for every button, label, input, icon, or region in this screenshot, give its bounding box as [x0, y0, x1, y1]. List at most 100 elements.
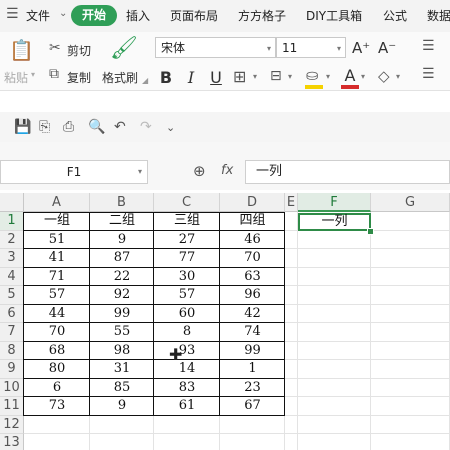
table-cell[interactable]: 60 — [154, 305, 220, 324]
chevron-down-icon[interactable]: ▾ — [253, 72, 257, 81]
chevron-down-icon[interactable]: ▾ — [396, 72, 400, 81]
copy-icon[interactable]: ⧉ — [49, 66, 59, 82]
column-header-F[interactable]: F — [298, 193, 371, 212]
table-cell[interactable]: 9 — [90, 231, 154, 250]
table-cell[interactable]: 83 — [154, 379, 220, 398]
table-cell[interactable]: 6 — [24, 379, 90, 398]
paste-button[interactable]: 粘贴 — [4, 69, 28, 86]
fill-color-icon[interactable]: ⛀ — [306, 66, 319, 84]
fx-button[interactable]: fx — [221, 163, 233, 178]
save-icon[interactable]: 💾 — [14, 119, 31, 135]
table-cell[interactable]: 30 — [154, 268, 220, 287]
tab-diy-toolbox[interactable]: DIY工具箱 — [306, 7, 362, 24]
row-header-3[interactable]: 3 — [0, 249, 24, 268]
chevron-down-icon[interactable]: ▾ — [326, 72, 330, 81]
font-size-select[interactable]: 11 ▾ — [276, 37, 346, 58]
column-header-D[interactable]: D — [220, 193, 285, 212]
scissors-icon[interactable]: ✂ — [49, 40, 61, 56]
table-cell[interactable]: 85 — [90, 379, 154, 398]
row-header-13[interactable]: 13 — [0, 434, 24, 450]
table-cell[interactable]: 99 — [90, 305, 154, 324]
bold-button[interactable]: B — [158, 68, 174, 87]
paste-dropdown-icon[interactable]: ▾ — [31, 70, 35, 79]
table-cell[interactable]: 96 — [220, 286, 285, 305]
table-cell[interactable]: 27 — [154, 231, 220, 250]
table-header-cell[interactable]: 四组 — [220, 212, 285, 231]
underline-button[interactable]: U — [208, 68, 224, 87]
copy-button[interactable]: 复制 — [67, 69, 91, 86]
row-header-11[interactable]: 11 — [0, 397, 24, 416]
select-all-corner[interactable] — [0, 193, 24, 212]
borders-icon[interactable]: ⊞ — [233, 67, 246, 86]
align-left-icon[interactable]: ☰ — [422, 66, 435, 82]
table-header-cell[interactable]: 一组 — [24, 212, 90, 231]
formula-input[interactable]: 一列 — [245, 160, 450, 184]
font-name-select[interactable]: 宋体 ▾ — [155, 37, 276, 58]
table-cell[interactable]: 77 — [154, 249, 220, 268]
table-cell[interactable]: 31 — [90, 360, 154, 379]
table-cell[interactable]: 51 — [24, 231, 90, 250]
table-header-cell[interactable]: 二组 — [90, 212, 154, 231]
row-header-1[interactable]: 1 — [0, 212, 24, 231]
chevron-down-icon[interactable]: ▾ — [361, 72, 365, 81]
font-color-button[interactable]: A — [342, 66, 358, 85]
table-header-cell[interactable]: 三组 — [154, 212, 220, 231]
italic-button[interactable]: I — [183, 68, 199, 87]
tab-data[interactable]: 数据 — [427, 7, 450, 24]
table-cell[interactable]: 74 — [220, 323, 285, 342]
zoom-icon[interactable]: ⊕ — [193, 162, 206, 180]
shrink-font-button[interactable]: A⁻ — [378, 39, 396, 57]
table-cell[interactable]: 1 — [220, 360, 285, 379]
table-cell[interactable]: 14 — [154, 360, 220, 379]
menu-icon[interactable]: ☰ — [6, 6, 19, 22]
undo-icon[interactable]: ↶ — [114, 119, 126, 135]
column-header-E[interactable]: E — [285, 193, 298, 212]
chevron-down-icon[interactable]: ▾ — [288, 72, 292, 81]
paste-icon[interactable]: 📋 — [9, 38, 34, 62]
row-header-12[interactable]: 12 — [0, 415, 24, 434]
export-icon[interactable]: ⎘ — [39, 119, 50, 135]
table-cell[interactable]: 61 — [154, 397, 220, 416]
row-header-4[interactable]: 4 — [0, 267, 24, 286]
format-painter-icon[interactable]: 🖌 — [110, 36, 138, 61]
cut-button[interactable]: 剪切 — [67, 42, 91, 59]
column-header-G[interactable]: G — [371, 193, 450, 212]
dialog-launcher-icon[interactable]: ◢ — [142, 76, 148, 85]
table-cell[interactable]: 87 — [90, 249, 154, 268]
redo-icon[interactable]: ↷ — [140, 119, 152, 135]
tab-formulas[interactable]: 公式 — [383, 7, 407, 24]
print-preview-icon[interactable]: 🔍 — [88, 119, 105, 135]
table-cell[interactable]: 55 — [90, 323, 154, 342]
table-cell[interactable]: 92 — [90, 286, 154, 305]
format-painter-button[interactable]: 格式刷 — [102, 69, 138, 86]
row-header-10[interactable]: 10 — [0, 378, 24, 397]
row-header-9[interactable]: 9 — [0, 360, 24, 379]
menu-file[interactable]: 文件 — [26, 7, 50, 24]
table-cell[interactable]: 80 — [24, 360, 90, 379]
grow-font-button[interactable]: A⁺ — [352, 39, 370, 57]
table-cell[interactable]: 23 — [220, 379, 285, 398]
align-top-icon[interactable]: ☰ — [422, 38, 435, 54]
tab-insert[interactable]: 插入 — [126, 7, 150, 24]
tab-page-layout[interactable]: 页面布局 — [170, 7, 218, 24]
table-cell[interactable]: 57 — [24, 286, 90, 305]
tab-fangfang-grid[interactable]: 方方格子 — [238, 7, 286, 24]
table-cell[interactable]: 67 — [220, 397, 285, 416]
column-header-B[interactable]: B — [90, 193, 154, 212]
table-cell[interactable]: 9 — [90, 397, 154, 416]
table-cell[interactable]: 71 — [24, 268, 90, 287]
row-header-7[interactable]: 7 — [0, 323, 24, 342]
table-cell[interactable]: 70 — [220, 249, 285, 268]
row-header-2[interactable]: 2 — [0, 230, 24, 249]
customize-toolbar-icon[interactable]: ⌄ — [166, 121, 175, 134]
table-cell[interactable]: 98 — [90, 342, 154, 361]
table-cell[interactable]: 44 — [24, 305, 90, 324]
table-cell[interactable]: 41 — [24, 249, 90, 268]
fill-handle[interactable] — [367, 228, 374, 235]
print-icon[interactable]: ⎙ — [63, 119, 74, 135]
table-cell[interactable]: 57 — [154, 286, 220, 305]
name-box[interactable]: F1 ▾ — [0, 160, 148, 184]
table-cell[interactable]: 73 — [24, 397, 90, 416]
table-cell[interactable]: 70 — [24, 323, 90, 342]
table-cell[interactable]: 42 — [220, 305, 285, 324]
